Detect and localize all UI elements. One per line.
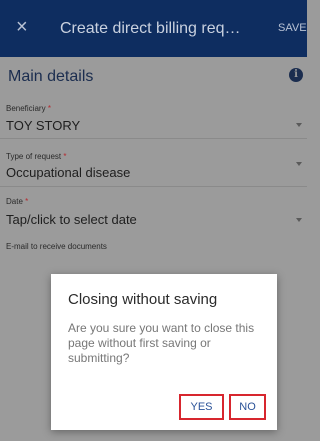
yes-button[interactable]: YES [179, 394, 224, 420]
dialog-title: Closing without saving [68, 291, 218, 308]
date-value: Tap/click to select date [6, 212, 137, 227]
chevron-down-icon [296, 162, 302, 166]
request-type-select[interactable]: Type of request * Occupational disease [0, 139, 307, 185]
email-label: E-mail to receive documents [6, 242, 107, 251]
required-mark: * [63, 152, 67, 161]
beneficiary-select[interactable]: Beneficiary * TOY STORY [0, 92, 307, 138]
date-picker[interactable]: Date * Tap/click to select date [0, 187, 307, 232]
date-label: Date * [6, 197, 29, 206]
info-icon[interactable]: i [289, 68, 303, 82]
dialog-message: Are you sure you want to close this page… [68, 321, 255, 365]
beneficiary-label: Beneficiary * [6, 104, 51, 113]
required-mark: * [47, 104, 51, 113]
close-icon[interactable]: × [16, 17, 28, 37]
app-bar: × Create direct billing req… SAVE [0, 0, 307, 57]
no-button[interactable]: NO [229, 394, 266, 420]
request-type-label: Type of request * [6, 152, 67, 161]
beneficiary-value: TOY STORY [6, 118, 81, 133]
section-title: Main details [8, 68, 94, 85]
request-type-value: Occupational disease [6, 165, 131, 180]
save-button[interactable]: SAVE [278, 22, 307, 34]
required-mark: * [25, 197, 29, 206]
page-title: Create direct billing req… [60, 20, 241, 37]
chevron-down-icon [296, 218, 302, 222]
chevron-down-icon [296, 123, 302, 127]
confirm-dialog: Closing without saving Are you sure you … [51, 274, 277, 430]
